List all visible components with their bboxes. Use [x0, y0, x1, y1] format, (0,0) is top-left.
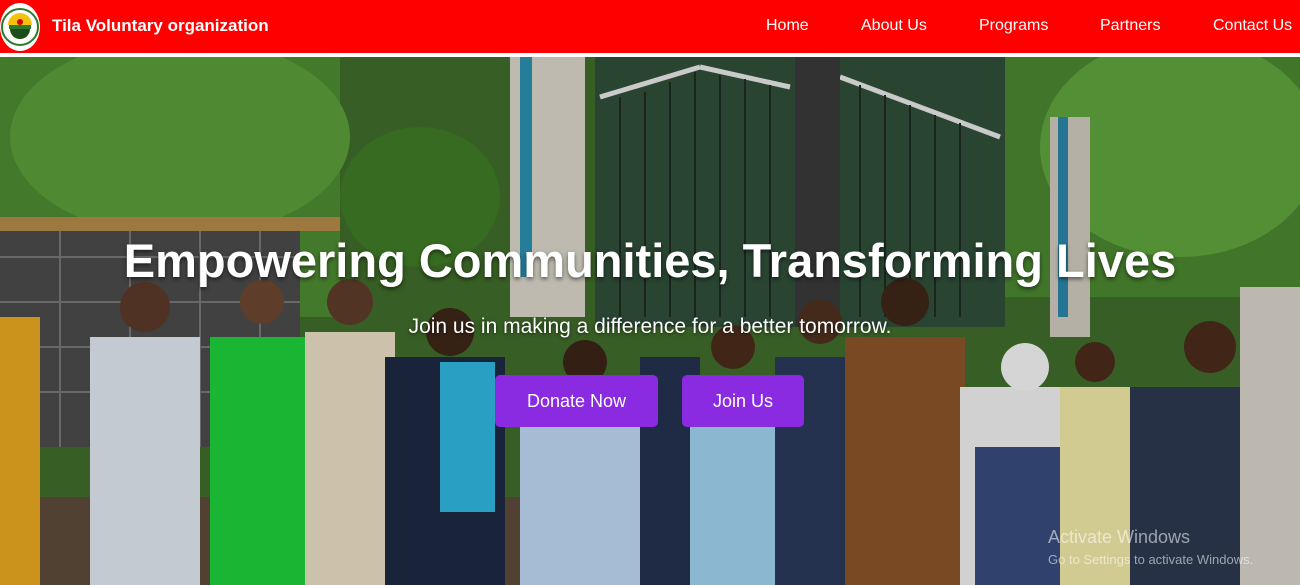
nav-about-us[interactable]: About Us [861, 0, 927, 51]
join-us-button[interactable]: Join Us [682, 375, 804, 427]
activate-windows-title: Activate Windows [1048, 527, 1191, 547]
hero-title: Empowering Communities, Transforming Liv… [123, 234, 1177, 287]
navbar: Tila Voluntary organization Home About U… [0, 0, 1300, 55]
nav-contact-us[interactable]: Contact Us [1213, 0, 1292, 51]
activate-windows-subtitle: Go to Settings to activate Windows. [1048, 552, 1254, 567]
hero-section: Empowering Communities, Transforming Liv… [0, 57, 1300, 585]
hero-subtitle: Join us in making a difference for a bet… [408, 315, 892, 338]
nav-partners[interactable]: Partners [1100, 0, 1160, 51]
tila-logo-icon[interactable] [0, 3, 40, 51]
donate-now-button[interactable]: Donate Now [495, 375, 658, 427]
nav-home[interactable]: Home [766, 0, 809, 51]
nav-programs[interactable]: Programs [979, 0, 1048, 51]
brand-name[interactable]: Tila Voluntary organization [52, 0, 269, 53]
